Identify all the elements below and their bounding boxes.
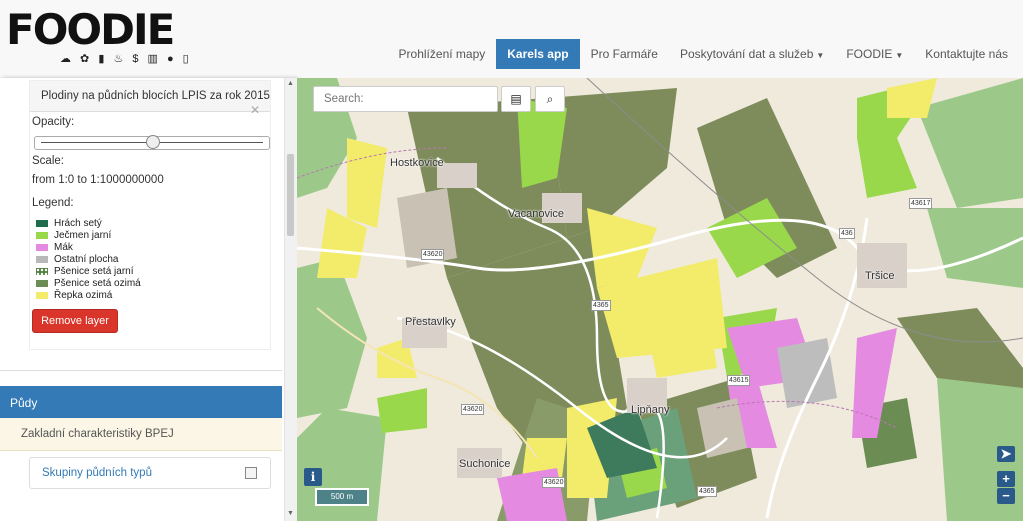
legend-name: Hrách setý (54, 217, 102, 229)
search-input[interactable] (322, 87, 496, 111)
legend-name: Ječmen jarní (54, 229, 112, 241)
nav-label: Prohlížení mapy (398, 47, 486, 61)
legend-swatch (36, 279, 48, 287)
opacity-slider[interactable] (34, 135, 270, 150)
search-icon[interactable]: ⌕ (535, 86, 565, 112)
nav-kontaktujte-nas[interactable]: Kontaktujte nás (914, 39, 1019, 69)
legend-item: Ostatní plocha (36, 253, 118, 265)
caret-down-icon: ▼ (816, 51, 825, 60)
map-tiles (297, 78, 1023, 521)
legend-item: Řepka ozimá (36, 289, 112, 301)
sublayer-checkbox[interactable] (245, 467, 257, 479)
subsection-title: Zakladní charakteristiky BPEJ (21, 428, 174, 440)
legend-item: Mák (36, 241, 73, 253)
town-label: Přestavlky (405, 316, 456, 328)
sublayer-link[interactable]: Skupiny půdních typů (42, 467, 152, 479)
nav-karels-app[interactable]: Karels app (496, 39, 580, 69)
main-nav: Prohlížení mapy Karels app Pro Farmáře P… (388, 39, 1019, 69)
road-label: 43620 (542, 477, 566, 488)
legend-swatch (36, 243, 48, 251)
legend-item: Hrách setý (36, 217, 102, 229)
legend-item: Pšenice setá jarní (36, 265, 134, 277)
nav-label: Pro Farmáře (590, 47, 658, 61)
road-label: 43615 (727, 375, 751, 386)
layer-title-bar: Plodiny na půdních blocích LPIS za rok 2… (30, 81, 270, 117)
subsection-bpej[interactable]: Zakladní charakteristiky BPEJ (0, 418, 282, 451)
foodie-logo[interactable]: FOODIE ☁ ✿ ▮ ♨ $ ▥ ● ▯ (6, 5, 192, 66)
nav-label: Kontaktujte nás (925, 47, 1008, 61)
nav-label: FOODIE (846, 47, 893, 61)
nav-foodie-dropdown[interactable]: FOODIE ▼ (835, 39, 914, 69)
road-label: 436 (839, 228, 855, 239)
layers-icon[interactable]: ▤ (501, 86, 531, 112)
nav-poskytovani-dat-dropdown[interactable]: Poskytování dat a služeb ▼ (669, 39, 835, 69)
section-pudy-header[interactable]: Půdy (0, 386, 282, 418)
scrollbar-thumb[interactable] (287, 154, 294, 236)
nav-label: Karels app (507, 47, 569, 61)
nav-pro-farmare[interactable]: Pro Farmáře (580, 39, 669, 69)
legend-swatch (36, 219, 48, 227)
info-button[interactable]: i (304, 468, 322, 486)
legend-label: Legend: (32, 197, 74, 209)
logo-icons: ☁ ✿ ▮ ♨ $ ▥ ● ▯ (60, 53, 192, 65)
legend-swatch (36, 267, 48, 275)
legend-name: Pšenice setá ozimá (54, 277, 141, 289)
legend-swatch (36, 255, 48, 263)
locate-icon[interactable]: ➤ (997, 446, 1015, 462)
nav-prohlizeni-mapy[interactable]: Prohlížení mapy (388, 39, 497, 69)
road-label: 4365 (697, 486, 717, 497)
sublayer-skupiny[interactable]: Skupiny půdních typů (29, 457, 271, 489)
road-label: 43620 (461, 404, 485, 415)
section-title: Půdy (10, 396, 38, 410)
legend-name: Pšenice setá jarní (54, 265, 134, 277)
legend-swatch (36, 231, 48, 239)
divider (0, 370, 282, 371)
town-label: Vacanovice (508, 208, 565, 220)
caret-down-icon: ▼ (895, 51, 904, 60)
town-label: Tršice (865, 270, 895, 282)
scale-range: from 1:0 to 1:1000000000 (32, 174, 164, 186)
nav-label: Poskytování dat a služeb (679, 47, 814, 61)
slider-handle[interactable] (146, 135, 160, 149)
opacity-label: Opacity: (32, 116, 75, 128)
legend-name: Ostatní plocha (54, 253, 119, 265)
legend-name: Řepka ozimá (54, 289, 113, 301)
legend-name: Mák (54, 241, 73, 253)
road-label: 43617 (909, 198, 933, 209)
sidebar-scrollbar[interactable]: ▲ ▼ (284, 78, 297, 521)
scale-bar: 500 m (315, 488, 369, 506)
road-label: 43620 (421, 249, 445, 260)
town-label: Lipňany (631, 404, 670, 416)
scroll-up-icon[interactable]: ▲ (287, 80, 294, 87)
legend-item: Pšenice setá ozimá (36, 277, 141, 289)
layer-sidebar: Plodiny na půdních blocích LPIS za rok 2… (0, 78, 296, 521)
layer-panel: Plodiny na půdních blocích LPIS za rok 2… (29, 80, 271, 350)
map-search-box[interactable] (313, 86, 498, 112)
layer-title: Plodiny na půdních blocích LPIS za rok 2… (41, 90, 270, 102)
town-label: Suchonice (459, 458, 511, 470)
top-navbar: FOODIE ☁ ✿ ▮ ♨ $ ▥ ● ▯ Prohlížení mapy K… (0, 0, 1023, 79)
town-label: Hostkovice (390, 157, 444, 169)
logo-text: FOODIE (6, 5, 175, 54)
map-view[interactable]: ▤ ⌕ Hostkovice Vacanovice Tršice Přestav… (297, 78, 1023, 521)
legend-item: Ječmen jarní (36, 229, 111, 241)
remove-layer-button[interactable]: Remove layer (32, 309, 118, 333)
close-icon[interactable]: ✕ (250, 103, 260, 117)
zoom-in-button[interactable]: + (997, 471, 1015, 487)
scroll-down-icon[interactable]: ▼ (287, 510, 294, 517)
road-label: 4365 (591, 300, 611, 311)
scale-label: Scale: (32, 155, 64, 167)
zoom-out-button[interactable]: − (997, 488, 1015, 504)
legend-swatch (36, 291, 48, 299)
